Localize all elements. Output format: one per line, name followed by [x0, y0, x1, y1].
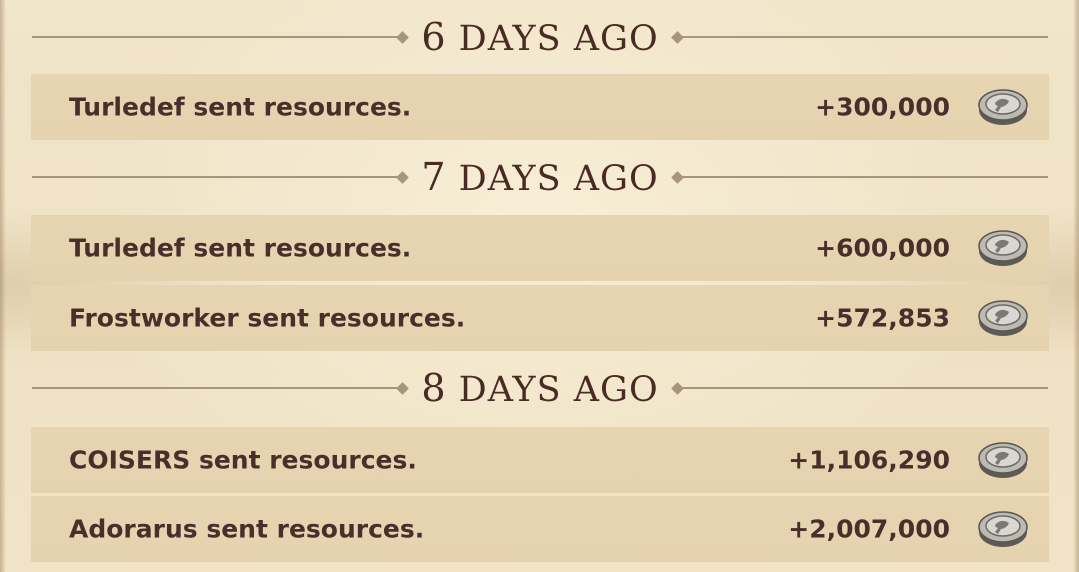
- silver-coin-icon: [978, 89, 1028, 125]
- resource-amount: +2,007,000: [788, 514, 950, 544]
- list-item: Adorarus sent resources. +2,007,000: [31, 496, 1049, 562]
- diamond-ornament-icon: [670, 170, 684, 184]
- resource-message: Turledef sent resources.: [69, 92, 412, 122]
- header-divider-line: [32, 176, 401, 178]
- resource-amount: +300,000: [815, 92, 950, 122]
- section-header-label: 6 DAYS AGO: [421, 18, 658, 57]
- resource-amount: +572,853: [815, 303, 950, 333]
- section-header-7-days-ago: 7 DAYS AGO: [32, 152, 1049, 202]
- header-divider-line: [679, 387, 1049, 389]
- silver-coin-icon: [978, 230, 1028, 266]
- header-divider-line: [679, 176, 1049, 178]
- diamond-ornament-icon: [670, 381, 684, 395]
- diamond-ornament-icon: [396, 30, 410, 44]
- parchment-edge-right: [1073, 0, 1079, 572]
- section-header-label: 8 DAYS AGO: [421, 369, 658, 408]
- section-header-6-days-ago: 6 DAYS AGO: [32, 12, 1049, 62]
- section-header-8-days-ago: 8 DAYS AGO: [32, 363, 1049, 413]
- header-days-ago-text: DAYS AGO: [458, 158, 659, 199]
- parchment-edge-left: [0, 0, 6, 572]
- diamond-ornament-icon: [396, 381, 410, 395]
- header-divider-line: [679, 36, 1049, 38]
- header-day-number: 8: [421, 365, 447, 410]
- list-item: COISERS sent resources. +1,106,290: [31, 427, 1049, 493]
- section-header-label: 7 DAYS AGO: [421, 158, 658, 197]
- silver-coin-icon: [978, 300, 1028, 336]
- resource-amount: +1,106,290: [788, 445, 950, 475]
- resource-amount: +600,000: [815, 233, 950, 263]
- resource-message: Adorarus sent resources.: [69, 514, 425, 544]
- header-days-ago-text: DAYS AGO: [458, 18, 659, 59]
- silver-coin-icon: [978, 511, 1028, 547]
- resource-message: Frostworker sent resources.: [69, 303, 466, 333]
- header-day-number: 7: [421, 154, 447, 199]
- list-item: Turledef sent resources. +600,000: [31, 215, 1049, 281]
- header-divider-line: [32, 387, 401, 389]
- diamond-ornament-icon: [670, 30, 684, 44]
- resource-message: COISERS sent resources.: [69, 445, 417, 475]
- header-divider-line: [32, 36, 401, 38]
- silver-coin-icon: [978, 442, 1028, 478]
- header-days-ago-text: DAYS AGO: [458, 369, 659, 410]
- list-item: Frostworker sent resources. +572,853: [31, 285, 1049, 351]
- list-item: Turledef sent resources. +300,000: [31, 74, 1049, 140]
- header-day-number: 6: [421, 14, 447, 59]
- resource-message: Turledef sent resources.: [69, 233, 412, 263]
- diamond-ornament-icon: [396, 170, 410, 184]
